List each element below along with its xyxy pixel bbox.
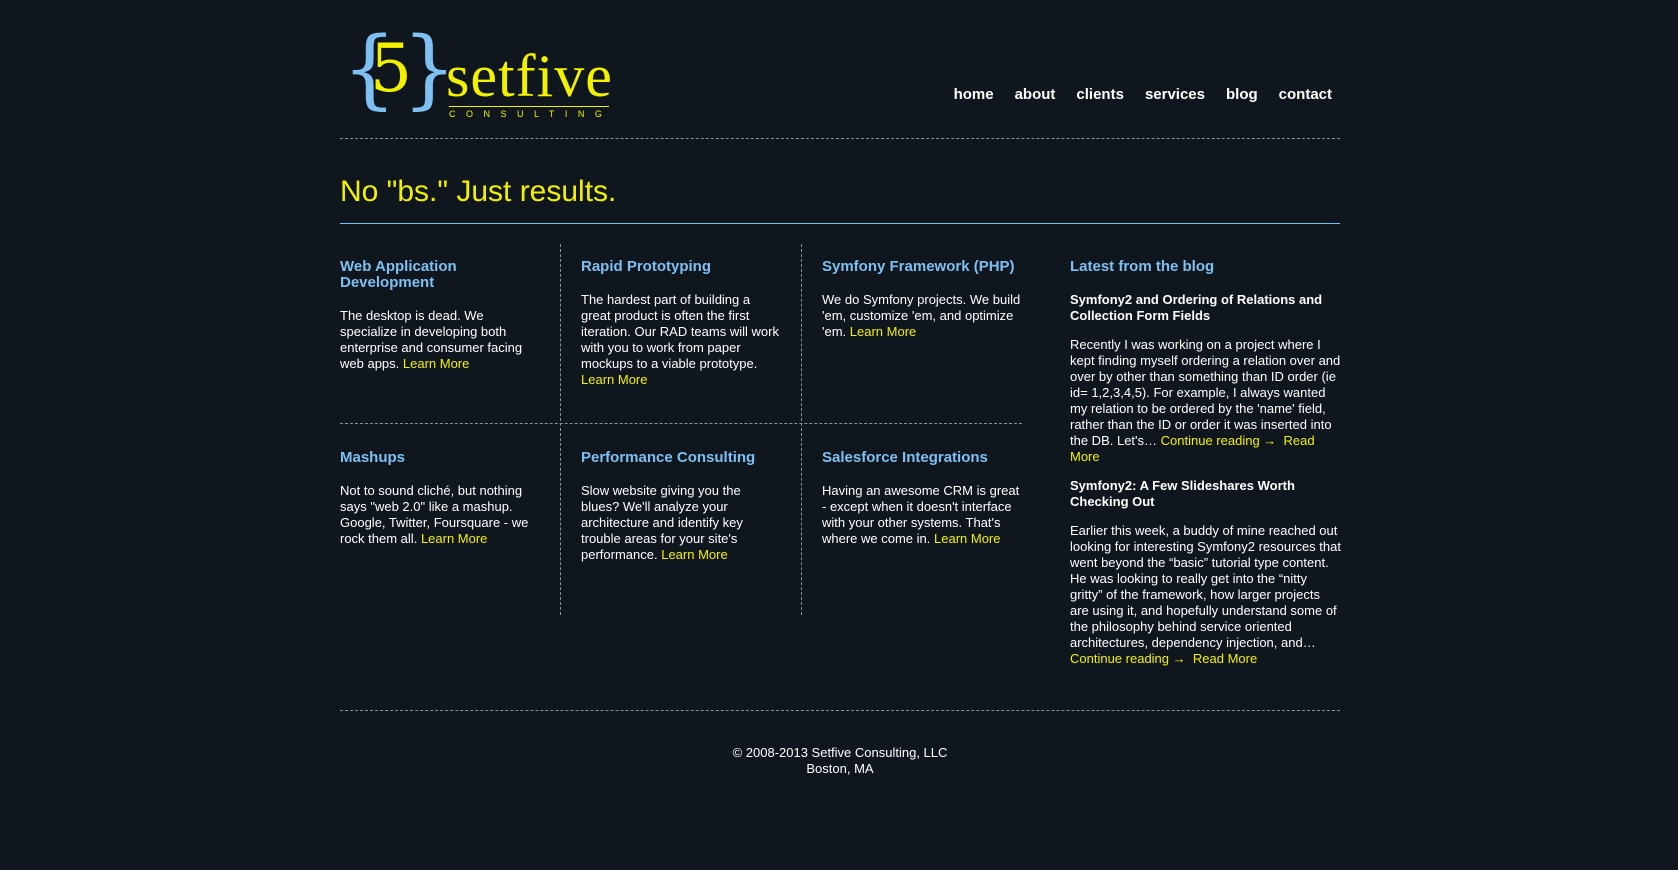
learn-more-link[interactable]: Learn More bbox=[934, 531, 1000, 546]
grid-divider-vertical bbox=[801, 244, 802, 615]
services-grid: Web Application Development The desktop … bbox=[340, 244, 1022, 615]
logo-underline bbox=[449, 106, 609, 107]
service-title: Web Application Development bbox=[340, 258, 457, 291]
blog-post-excerpt: Recently I was working on a project wher… bbox=[1070, 337, 1341, 464]
main-nav: home about clients services blog contact bbox=[954, 86, 1332, 103]
blog-heading: Latest from the blog bbox=[1070, 258, 1215, 275]
blog-post-title: Symfony2 and Ordering of Relations and C… bbox=[1070, 292, 1323, 323]
service-text: Having an awesome CRM is great - except … bbox=[822, 483, 1020, 546]
service-web-app: Web Application Development The desktop … bbox=[340, 259, 541, 372]
continue-reading-link[interactable]: Continue reading → bbox=[1161, 433, 1277, 448]
service-salesforce: Salesforce Integrations Having an awesom… bbox=[822, 450, 1023, 547]
learn-more-link[interactable]: Learn More bbox=[403, 356, 469, 371]
logo-wordmark: setfive bbox=[446, 43, 613, 109]
learn-more-link[interactable]: Learn More bbox=[850, 324, 916, 339]
service-performance: Performance Consulting Slow website givi… bbox=[581, 450, 782, 563]
copyright-text: © 2008-2013 Setfive Consulting, LLC bbox=[732, 745, 948, 760]
nav-blog[interactable]: blog bbox=[1226, 86, 1258, 103]
site-logo[interactable]: { 5 } setfive CONSULTING bbox=[342, 26, 613, 119]
grid-divider-horizontal bbox=[340, 423, 1022, 424]
tagline: No "bs." Just results. bbox=[340, 175, 617, 208]
read-more-link[interactable]: Read More bbox=[1193, 651, 1257, 666]
blog-post-excerpt: Earlier this week, a buddy of mine reach… bbox=[1070, 523, 1341, 666]
learn-more-link[interactable]: Learn More bbox=[581, 372, 647, 387]
service-text: Slow website giving you the blues? We'll… bbox=[581, 483, 743, 562]
nav-home[interactable]: home bbox=[954, 86, 994, 103]
service-text: The hardest part of building a great pro… bbox=[581, 292, 779, 387]
continue-reading-link[interactable]: Continue reading → bbox=[1070, 651, 1186, 666]
service-title: Rapid Prototyping bbox=[581, 258, 711, 275]
service-rapid-prototyping: Rapid Prototyping The hardest part of bu… bbox=[581, 259, 782, 388]
logo-subtitle: CONSULTING bbox=[449, 109, 613, 119]
tagline-section: No "bs." Just results. bbox=[340, 139, 1340, 224]
service-symfony: Symfony Framework (PHP) We do Symfony pr… bbox=[822, 259, 1023, 340]
blog-sidebar: Latest from the blog Symfony2 and Orderi… bbox=[1070, 259, 1342, 680]
site-header: { 5 } setfive CONSULTING home about clie… bbox=[340, 0, 1340, 139]
site-footer: © 2008-2013 Setfive Consulting, LLC Bost… bbox=[340, 710, 1340, 831]
learn-more-link[interactable]: Learn More bbox=[661, 547, 727, 562]
service-title: Mashups bbox=[340, 449, 406, 466]
main-content: Web Application Development The desktop … bbox=[340, 224, 1342, 710]
page: { 5 } setfive CONSULTING home about clie… bbox=[340, 0, 1342, 831]
nav-services[interactable]: services bbox=[1145, 86, 1205, 103]
location-text: Boston, MA bbox=[806, 761, 874, 776]
learn-more-link[interactable]: Learn More bbox=[421, 531, 487, 546]
grid-divider-vertical bbox=[560, 244, 561, 615]
nav-contact[interactable]: contact bbox=[1279, 86, 1332, 103]
nav-clients[interactable]: clients bbox=[1076, 86, 1124, 103]
nav-about[interactable]: about bbox=[1015, 86, 1056, 103]
service-title: Symfony Framework (PHP) bbox=[822, 258, 1015, 275]
service-title: Performance Consulting bbox=[581, 449, 756, 466]
service-title: Salesforce Integrations bbox=[822, 449, 988, 466]
service-text: We do Symfony projects. We build 'em, cu… bbox=[822, 292, 1021, 339]
service-text: Not to sound cliché, but nothing says "w… bbox=[340, 483, 529, 546]
service-mashups: Mashups Not to sound cliché, but nothing… bbox=[340, 450, 541, 547]
blog-post-title: Symfony2: A Few Slideshares Worth Checki… bbox=[1070, 478, 1295, 509]
service-text: The desktop is dead. We specialize in de… bbox=[340, 308, 523, 371]
